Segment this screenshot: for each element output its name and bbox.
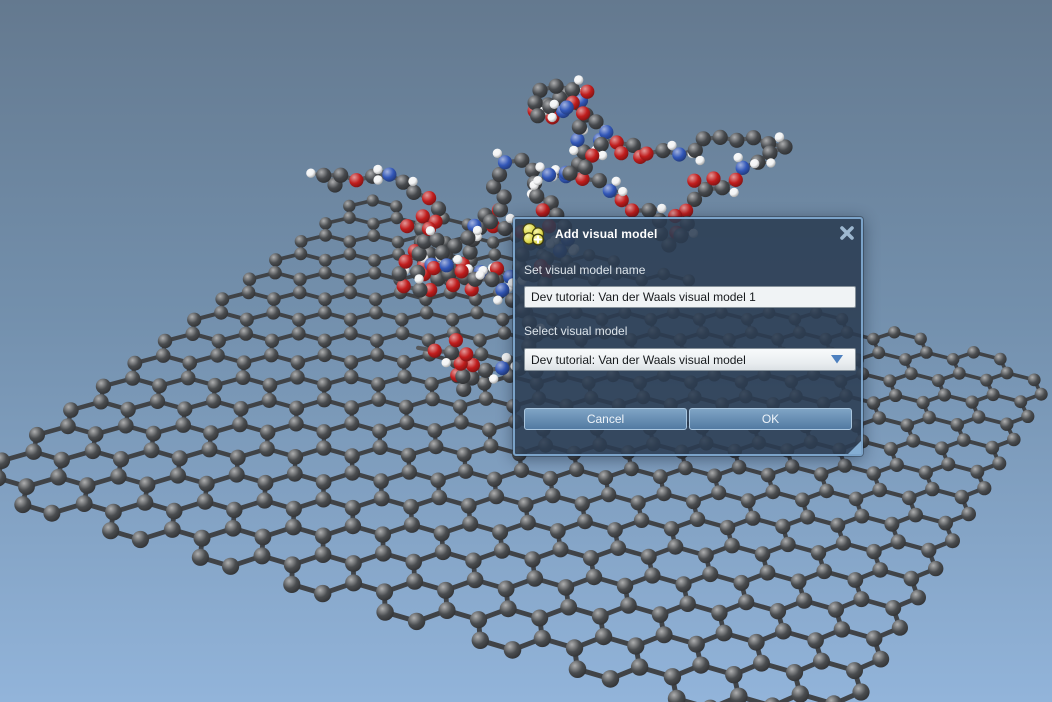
add-visual-model-dialog: Add visual model Set visual model name S… — [513, 217, 863, 456]
select-visual-model-label: Select visual model — [524, 324, 627, 338]
visual-model-name-input[interactable] — [524, 286, 856, 308]
resize-grip[interactable] — [848, 441, 861, 454]
close-button[interactable] — [838, 224, 856, 242]
dropdown-selected-value: Dev tutorial: Van der Waals visual model — [531, 353, 746, 367]
close-icon — [839, 225, 855, 241]
application-window: Add visual model Set visual model name S… — [0, 0, 1052, 702]
dialog-title[interactable]: Add visual model — [555, 227, 658, 241]
visual-model-name-label: Set visual model name — [524, 263, 645, 277]
chevron-down-icon — [831, 355, 843, 364]
add-visual-model-icon — [520, 221, 547, 248]
ok-button[interactable]: OK — [689, 408, 852, 430]
cancel-button[interactable]: Cancel — [524, 408, 687, 430]
visual-model-dropdown[interactable]: Dev tutorial: Van der Waals visual model — [524, 348, 856, 371]
